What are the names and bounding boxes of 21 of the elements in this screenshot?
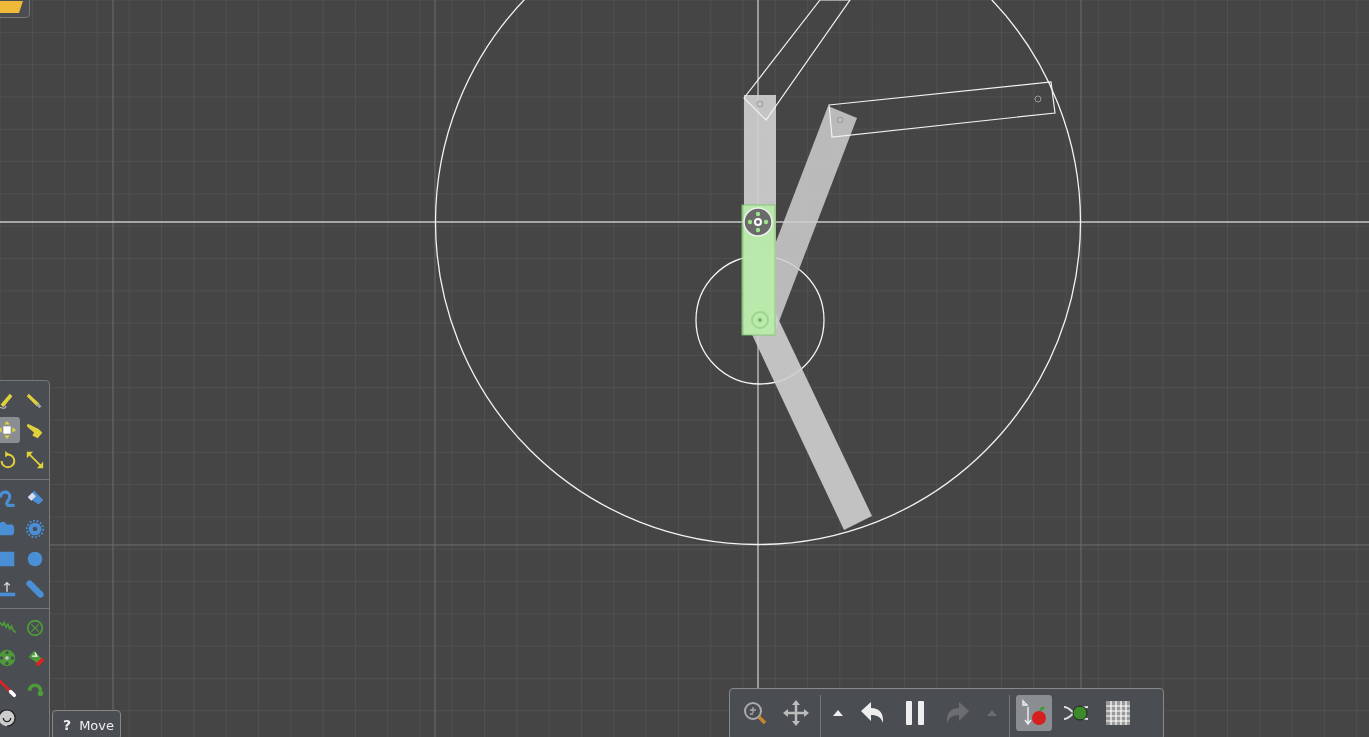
triangle-icon xyxy=(833,710,843,716)
chain-icon xyxy=(25,579,45,599)
toolbar-button[interactable] xyxy=(1016,695,1052,731)
circle-icon xyxy=(25,549,45,569)
help-icon: ? xyxy=(63,717,72,733)
brush-icon xyxy=(0,489,17,509)
move-icon xyxy=(0,420,17,440)
apple-icon xyxy=(1020,699,1048,727)
tooltip-text: Move xyxy=(79,717,114,733)
rotate-icon xyxy=(0,450,17,470)
triangle-icon xyxy=(987,710,997,716)
folder-icon[interactable] xyxy=(0,1,23,13)
ground-icon xyxy=(0,579,17,599)
laser-icon xyxy=(0,678,17,698)
fixate-icon xyxy=(25,618,45,638)
pan-icon xyxy=(782,699,810,727)
grid-icon xyxy=(1104,699,1132,727)
motor-icon xyxy=(743,207,773,237)
resize-icon xyxy=(25,450,45,470)
hinge-icon xyxy=(751,311,769,329)
gear-icon xyxy=(25,519,45,539)
